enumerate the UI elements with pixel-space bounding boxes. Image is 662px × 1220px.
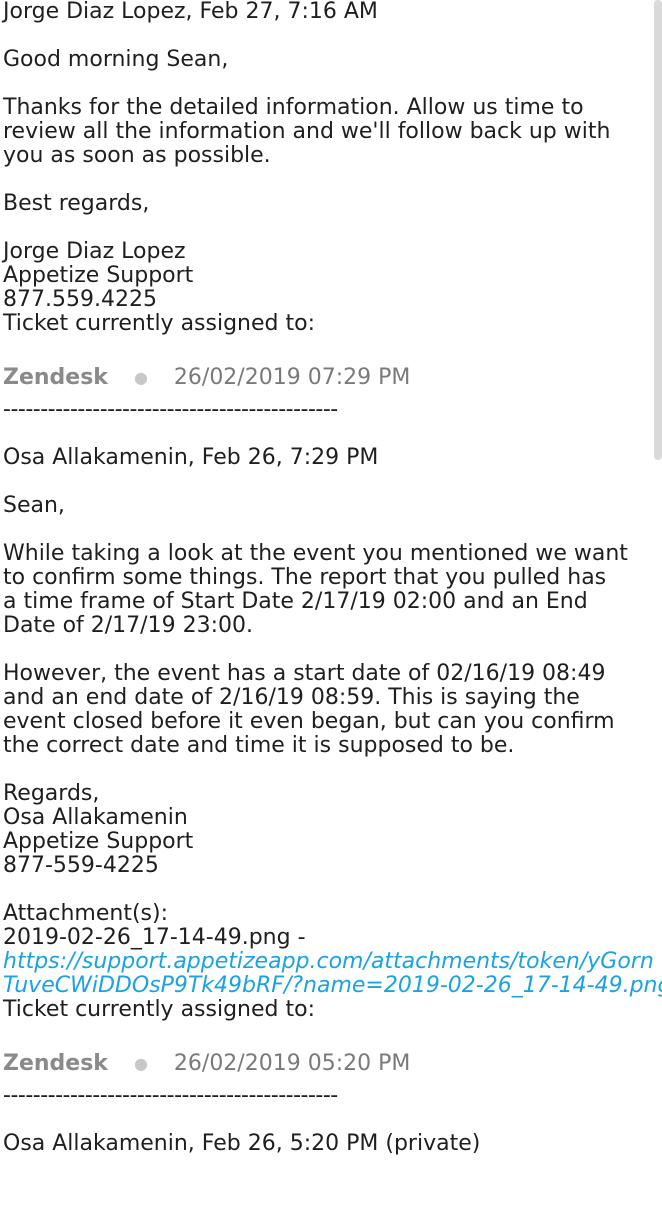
body-line: a time frame of Start Date 2/17/19 02:00… [3,589,588,614]
body-line: However, the event has a start date of 0… [3,661,606,686]
separator-dot-icon: ● [133,1054,148,1073]
meta-sender: Zendesk [3,1051,108,1076]
body-line: to confirm some things. The report that … [3,565,607,590]
meta-timestamp: 26/02/2019 05:20 PM [173,1051,411,1076]
meta-timestamp: 26/02/2019 07:29 PM [173,365,411,390]
message-1: Jorge Diaz Lopez, Feb 27, 7:16 AM Good m… [3,0,643,336]
separator-rule: ----------------------------------------… [3,1083,338,1108]
attachment-filename: 2019-02-26_17-14-49.png - [3,925,306,950]
message-meta: Zendesk ● 26/02/2019 05:20 PM [3,1050,643,1078]
ticket-assigned: Ticket currently assigned to: [3,997,315,1022]
closing: Regards, [3,781,100,806]
body-line: and an end date of 2/16/19 08:59. This i… [3,685,580,710]
signature-phone: 877.559.4225 [3,287,157,312]
attachment-link-line[interactable]: https://support.appetizeapp.com/attachme… [3,950,654,974]
message-header: Osa Allakamenin, Feb 26, 7:29 PM [3,445,379,470]
signature-company: Appetize Support [3,829,194,854]
scrollbar[interactable] [654,0,662,460]
email-thread: Jorge Diaz Lopez, Feb 27, 7:16 AM Good m… [3,0,662,1156]
closing: Best regards, [3,191,150,216]
greeting: Good morning Sean, [3,47,229,72]
body-line: event closed before it even began, but c… [3,709,615,734]
body-line: review all the information and we'll fol… [3,119,611,144]
signature-name: Jorge Diaz Lopez [3,239,186,264]
signature-name: Osa Allakamenin [3,805,188,830]
body-line: While taking a look at the event you men… [3,541,628,566]
signature-company: Appetize Support [3,263,194,288]
message-header: Osa Allakamenin, Feb 26, 5:20 PM (privat… [3,1131,481,1156]
ticket-assigned: Ticket currently assigned to: [3,311,315,336]
attachment-link[interactable]: https://support.appetizeapp.com/attachme… [3,950,662,998]
message-2: Zendesk ● 26/02/2019 07:29 PM ----------… [3,364,662,1022]
signature-phone: 877-559-4225 [3,853,159,878]
body-line: Thanks for the detailed information. All… [3,95,584,120]
body-line: Date of 2/17/19 23:00. [3,613,253,638]
message-meta: Zendesk ● 26/02/2019 07:29 PM [3,364,643,392]
attachment-link-line[interactable]: TuveCWiDDOsP9Tk49bRF/?name=2019-02-26_17… [3,974,662,998]
body-line: the correct date and time it is supposed… [3,733,515,758]
meta-sender: Zendesk [3,365,108,390]
separator-rule: ----------------------------------------… [3,397,338,422]
message-header: Jorge Diaz Lopez, Feb 27, 7:16 AM [3,0,378,24]
body-line: you as soon as possible. [3,143,271,168]
separator-dot-icon: ● [133,368,148,387]
message-3: Zendesk ● 26/02/2019 05:20 PM ----------… [3,1050,643,1156]
attachments-label: Attachment(s): [3,901,169,926]
greeting: Sean, [3,493,65,518]
